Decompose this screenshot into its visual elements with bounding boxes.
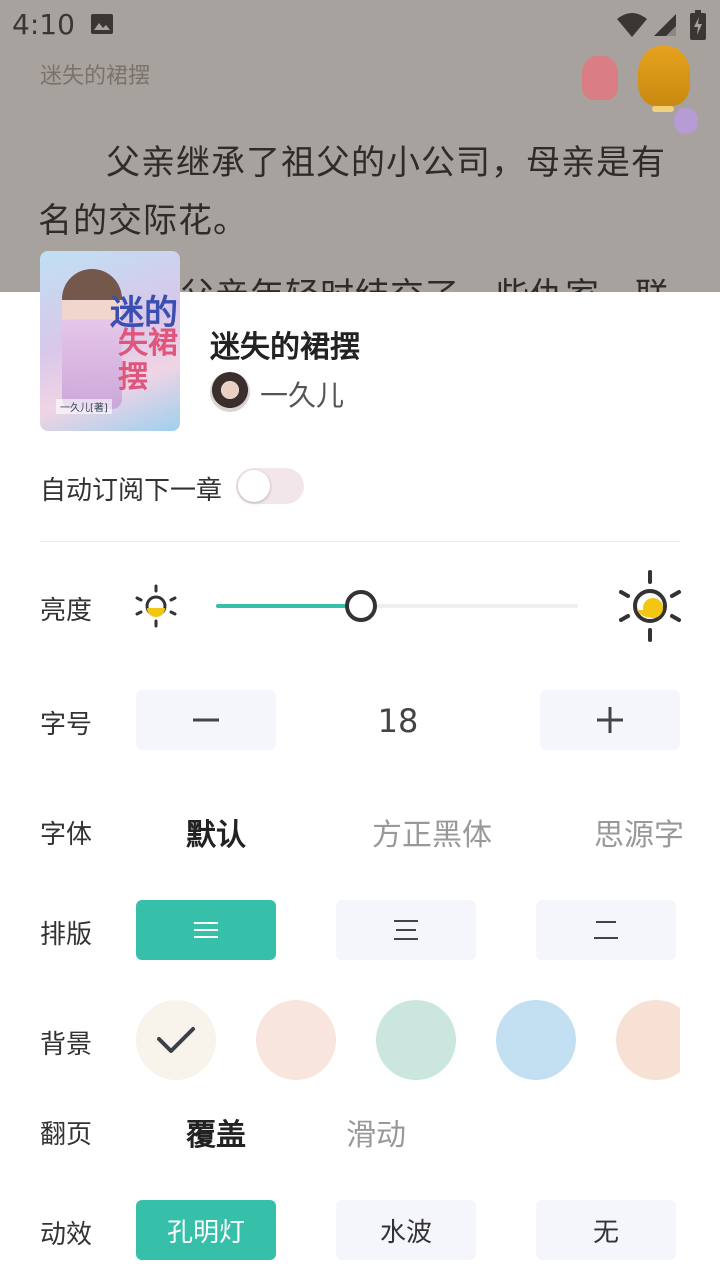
layout-loose-button[interactable] — [536, 900, 676, 960]
book-cover[interactable]: 迷的 失裙摆 一久儿[著] — [40, 251, 180, 431]
brightness-label: 亮度 — [40, 596, 93, 626]
medium-lines-icon — [394, 920, 418, 940]
image-notification-icon — [91, 14, 113, 34]
wifi-icon — [617, 13, 647, 37]
auto-subscribe-toggle[interactable] — [236, 468, 304, 504]
reader-book-title: 迷失的裙摆 — [40, 64, 151, 89]
font-option-default[interactable]: 默认 — [186, 810, 246, 854]
background-swatch[interactable] — [616, 1000, 680, 1080]
font-size-value: 18 — [377, 702, 419, 740]
plus-icon — [597, 707, 623, 733]
font-option-fangzheng-heiti[interactable]: 方正黑体 — [372, 810, 492, 854]
layout-label: 排版 — [40, 920, 93, 950]
signal-icon — [654, 14, 676, 36]
background-swatch[interactable] — [256, 1000, 336, 1080]
background-swatch[interactable] — [496, 1000, 576, 1080]
font-size-decrease-button[interactable] — [136, 690, 276, 750]
background-swatches — [0, 992, 680, 1092]
minus-icon — [193, 718, 219, 722]
status-bar: 4:10 — [0, 0, 720, 50]
battery-icon — [690, 10, 706, 40]
page-turn-slide-option[interactable]: 滑动 — [346, 1110, 406, 1154]
brightness-high-icon[interactable] — [618, 570, 682, 642]
layout-compact-button[interactable] — [136, 900, 276, 960]
sky-lantern-icon — [582, 56, 618, 100]
font-options: 默认 方正黑体 思源字 — [0, 792, 682, 862]
author-avatar[interactable] — [210, 372, 250, 412]
font-size-increase-button[interactable] — [540, 690, 680, 750]
status-time: 4:10 — [12, 8, 75, 41]
page-turn-cover-option[interactable]: 覆盖 — [186, 1110, 246, 1154]
brightness-slider-thumb[interactable] — [344, 590, 377, 622]
background-swatch[interactable] — [136, 1000, 216, 1080]
reader-paragraph-cut: 父亲年轻时结交了一些仇家，联 — [180, 268, 670, 292]
loose-lines-icon — [594, 921, 618, 939]
brightness-slider-fill — [216, 604, 361, 608]
reader-paragraph: 父亲继承了祖父的小公司，母亲是有名的交际花。 — [38, 134, 688, 250]
background-swatch[interactable] — [376, 1000, 456, 1080]
cover-author: 一久儿[著] — [56, 399, 112, 414]
auto-subscribe-label: 自动订阅下一章 — [40, 476, 223, 506]
cover-title: 失裙摆 — [118, 326, 178, 395]
animation-label: 动效 — [40, 1220, 93, 1250]
toggle-knob — [238, 470, 270, 502]
reader-page: 4:10 迷失的裙摆 父亲继承了祖父的小公司，母亲是有名的交际花。 父亲年轻时结… — [0, 0, 720, 292]
author-name[interactable]: 一久儿 — [260, 374, 344, 414]
page-turn-label: 翻页 — [40, 1120, 93, 1150]
reader-paragraph-text: 父亲继承了祖父的小公司，母亲是有名的交际花。 — [38, 143, 666, 241]
reader-settings-sheet: 迷的 失裙摆 一久儿[著] 迷失的裙摆 一久儿 自动订阅下一章 亮度 字号 18… — [0, 251, 720, 1280]
compact-lines-icon — [194, 922, 218, 938]
divider — [40, 541, 680, 542]
animation-none-button[interactable]: 无 — [536, 1200, 676, 1260]
brightness-slider[interactable] — [216, 590, 578, 622]
font-option-siyuan[interactable]: 思源字 — [594, 810, 682, 854]
animation-sky-lantern-button[interactable]: 孔明灯 — [136, 1200, 276, 1260]
book-title: 迷失的裙摆 — [210, 330, 360, 365]
layout-medium-button[interactable] — [336, 900, 476, 960]
sky-lantern-icon — [638, 46, 690, 112]
animation-water-wave-button[interactable]: 水波 — [336, 1200, 476, 1260]
sky-lantern-icon — [674, 108, 698, 134]
font-size-label: 字号 — [40, 710, 93, 740]
brightness-low-icon[interactable] — [134, 584, 178, 628]
check-icon — [157, 1027, 195, 1053]
